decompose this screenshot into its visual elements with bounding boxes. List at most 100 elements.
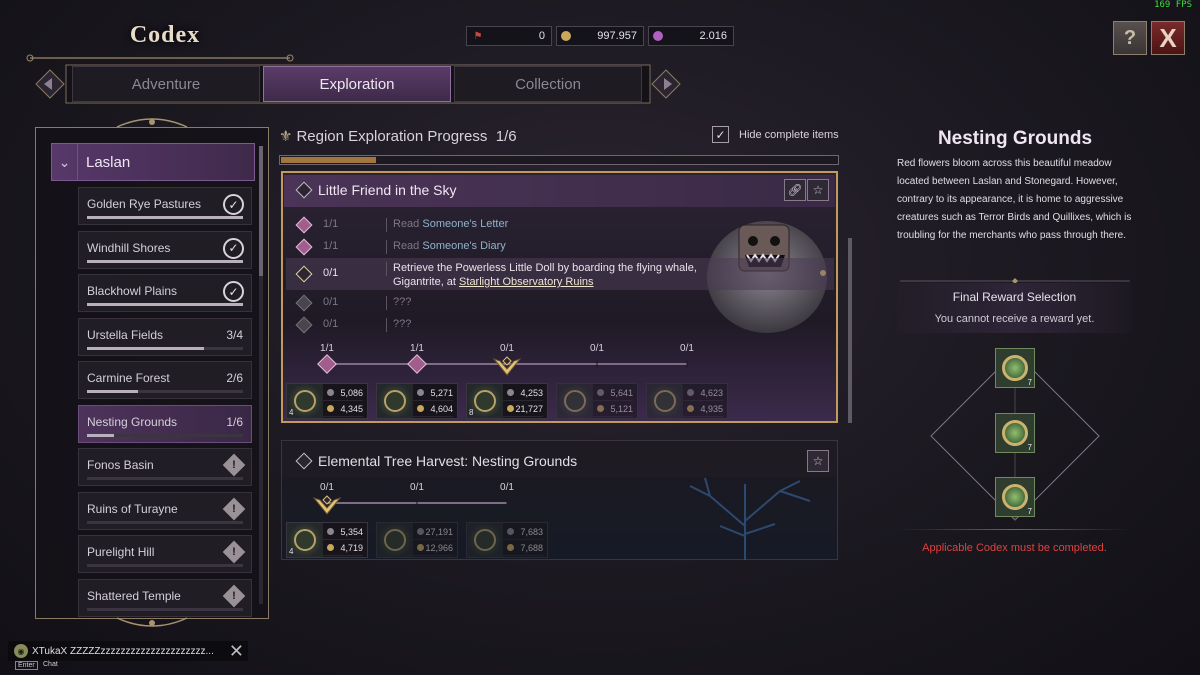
hide-complete-checkbox[interactable]: ✓: [712, 126, 729, 143]
sidebar-scroll-thumb[interactable]: [259, 146, 263, 276]
location-link[interactable]: Starlight Observatory Ruins: [459, 276, 594, 288]
objective-line: Gigantrite, at Starlight Observatory Rui…: [393, 275, 697, 289]
objective-row[interactable]: 0/1 Retrieve the Powerless Little Doll by…: [286, 258, 834, 290]
milestone-reward[interactable]: 4,623 4,935: [646, 383, 728, 419]
zone-item[interactable]: Urstella Fields 3/4: [78, 317, 252, 356]
fps-counter: 169 FPS: [1154, 0, 1192, 10]
zone-name: Windhill Shores: [87, 240, 171, 255]
zone-item[interactable]: Fonos Basin!: [78, 448, 252, 486]
gold-coin-icon: [327, 544, 334, 551]
milestone-reward[interactable]: 4 5,354 4,719: [286, 522, 368, 558]
gold-row: 12,966: [413, 540, 453, 556]
milestone-reward[interactable]: 27,191 12,966: [376, 522, 458, 558]
link-icon: 🔗︎: [787, 183, 803, 197]
milestone-count: 0/1: [500, 343, 514, 354]
close-icon[interactable]: ✕: [229, 641, 244, 662]
tab-collection[interactable]: Collection: [454, 66, 642, 102]
final-reward-slot-2[interactable]: 7: [995, 413, 1035, 453]
zone-item[interactable]: Purelight Hill!: [78, 535, 252, 573]
gold-value: 4,719: [340, 542, 363, 553]
objective-item-link[interactable]: Someone's Diary: [422, 240, 505, 252]
milestone-reward[interactable]: 8 4,253 21,727: [466, 383, 548, 419]
zone-item[interactable]: Blackhowl Plains ✓: [78, 274, 252, 312]
final-reward-slot-1[interactable]: 7: [995, 348, 1035, 388]
warning-glyph: !: [685, 359, 689, 369]
milestone-count: 1/1: [410, 343, 424, 354]
exp-value: 5,271: [430, 387, 453, 398]
zone-progress-bar: [87, 520, 243, 524]
zone-description: Red flowers bloom across this beautiful …: [897, 158, 1132, 241]
reward-item-icon: [1002, 484, 1028, 510]
reward-warning: Applicable Codex must be completed.: [922, 542, 1107, 554]
zone-progress-fill: [87, 259, 243, 263]
help-button[interactable]: ?: [1113, 21, 1147, 55]
objective-locked-icon: [295, 316, 313, 334]
region-progress-title: ⚜ Region Exploration Progress 1/6: [279, 127, 517, 145]
warning-glyph: !: [232, 589, 236, 602]
objective-text: Read Someone's Letter: [393, 218, 508, 230]
tab-prev-button[interactable]: [30, 64, 70, 104]
zone-name: Blackhowl Plains: [87, 284, 178, 298]
milestone-reward[interactable]: 4 5,086 4,345: [286, 383, 368, 419]
objective-divider: [386, 296, 387, 310]
zone-progress-fill: [87, 390, 139, 393]
milestone-count: 1/1: [320, 343, 334, 354]
exp-value: 5,086: [340, 387, 363, 398]
final-reward-slot-3[interactable]: 7: [995, 477, 1035, 517]
tab-adventure[interactable]: Adventure: [72, 66, 260, 102]
zone-progress-bar: [87, 346, 243, 350]
chevron-down-icon: ⌄: [52, 144, 78, 180]
avatar: ◉: [14, 644, 28, 658]
tab-exploration[interactable]: Exploration: [263, 66, 451, 102]
region-header-laslan[interactable]: ⌄ Laslan: [51, 143, 255, 181]
chat-bar[interactable]: ◉ XTukaX ZZZZZzzzzzzzzzzzzzzzzzzzzz... ✕: [8, 641, 248, 661]
currency-value: 997.957: [597, 30, 637, 42]
objective-row[interactable]: 1/1 Read Someone's Diary: [286, 236, 834, 258]
objective-row[interactable]: 1/1 Read Someone's Letter: [286, 214, 834, 236]
favorite-button[interactable]: ☆: [807, 450, 829, 472]
exp-row: 4,623: [683, 385, 723, 401]
zone-item[interactable]: Golden Rye Pastures ✓: [78, 187, 252, 225]
locked-warning-icon: !: [222, 497, 246, 520]
item-orb-icon: [474, 529, 496, 551]
zone-item[interactable]: Carmine Forest 2/6: [78, 361, 252, 399]
exp-value: 27,191: [425, 526, 453, 537]
reward-values: 4,253 21,727: [503, 384, 547, 418]
gold-coin-icon: [561, 31, 571, 41]
warning-glyph: !: [415, 498, 419, 508]
reward-item-icon: [377, 384, 413, 418]
locked-warning-icon: !: [222, 584, 246, 607]
zone-progress-fill: [87, 346, 204, 350]
milestone-reward[interactable]: 7,683 7,688: [466, 522, 548, 558]
milestone-locked-icon: !: [407, 493, 427, 513]
zone-progress-bar: [87, 303, 243, 306]
tab-next-button[interactable]: [646, 64, 686, 104]
milestone-reward[interactable]: 5,641 5,121: [556, 383, 638, 419]
favorite-button[interactable]: ☆: [807, 179, 829, 201]
chat-user: XTukaX: [32, 645, 68, 657]
link-button[interactable]: 🔗︎: [784, 179, 806, 201]
hide-complete-label[interactable]: Hide complete items: [739, 129, 839, 141]
item-orb-icon: [294, 529, 316, 551]
milestone-reward[interactable]: 5,271 4,604: [376, 383, 458, 419]
gold-row: 21,727: [503, 401, 543, 417]
item-orb-icon: [564, 390, 586, 412]
item-orb-icon: [474, 390, 496, 412]
zone-progress: 2/6: [226, 371, 243, 385]
zone-item[interactable]: Shattered Temple!: [78, 578, 252, 617]
objective-row[interactable]: 0/1???: [286, 292, 834, 314]
exp-row: 7,683: [503, 524, 543, 540]
objective-item-link[interactable]: Someone's Letter: [422, 218, 508, 230]
zone-item[interactable]: Nesting Grounds 1/6: [78, 404, 252, 443]
gold-coin-icon: [597, 405, 604, 412]
zone-item[interactable]: Ruins of Turayne!: [78, 491, 252, 530]
exp-icon: [597, 389, 604, 396]
objective-row[interactable]: 0/1???: [286, 314, 834, 336]
warning-glyph: !: [232, 546, 236, 558]
quest-scrollbar[interactable]: [848, 238, 852, 423]
chevron-right-icon: [651, 69, 681, 99]
zone-item[interactable]: Windhill Shores ✓: [78, 230, 252, 269]
close-button[interactable]: X: [1151, 21, 1185, 55]
exp-value: 5,641: [610, 387, 633, 398]
milestone-count: 0/1: [320, 482, 334, 493]
